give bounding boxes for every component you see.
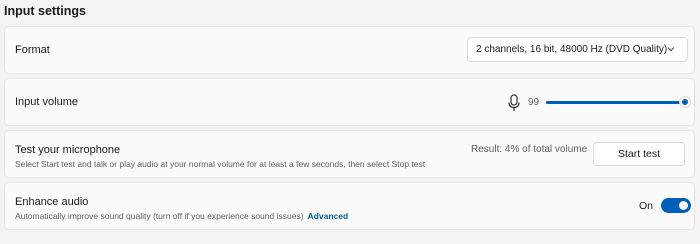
format-label: Format bbox=[15, 44, 50, 56]
enhance-audio-title: Enhance audio bbox=[15, 196, 89, 208]
test-result-text: Result: 4% of total volume bbox=[471, 144, 588, 155]
input-volume-card: Input volume 99 bbox=[4, 78, 695, 126]
input-volume-slider-fill bbox=[546, 101, 685, 104]
toggle-knob bbox=[679, 201, 688, 210]
section-title: Input settings bbox=[4, 4, 86, 18]
input-volume-label: Input volume bbox=[15, 96, 78, 108]
test-microphone-card: Test your microphone Select Start test a… bbox=[4, 130, 695, 178]
input-volume-slider-thumb[interactable] bbox=[679, 97, 690, 107]
enhance-audio-toggle[interactable] bbox=[661, 198, 691, 213]
format-dropdown[interactable]: 2 channels, 16 bit, 48000 Hz (DVD Qualit… bbox=[467, 37, 688, 62]
format-card: Format 2 channels, 16 bit, 48000 Hz (DVD… bbox=[4, 26, 695, 74]
start-test-button[interactable]: Start test bbox=[593, 142, 685, 166]
enhance-audio-description: Automatically improve sound quality (tur… bbox=[15, 211, 304, 221]
input-volume-slider[interactable] bbox=[546, 97, 690, 107]
input-volume-value: 99 bbox=[528, 97, 540, 108]
chevron-down-icon bbox=[667, 47, 675, 52]
enhance-audio-state-label: On bbox=[639, 200, 654, 212]
enhance-audio-description-row: Automatically improve sound quality (tur… bbox=[15, 211, 348, 221]
test-microphone-title: Test your microphone bbox=[15, 144, 121, 156]
advanced-link[interactable]: Advanced bbox=[308, 211, 349, 221]
enhance-audio-card: Enhance audio Automatically improve soun… bbox=[4, 182, 695, 230]
microphone-icon[interactable] bbox=[507, 94, 521, 112]
test-microphone-description: Select Start test and talk or play audio… bbox=[15, 159, 426, 169]
format-selected-value: 2 channels, 16 bit, 48000 Hz (DVD Qualit… bbox=[476, 44, 668, 55]
